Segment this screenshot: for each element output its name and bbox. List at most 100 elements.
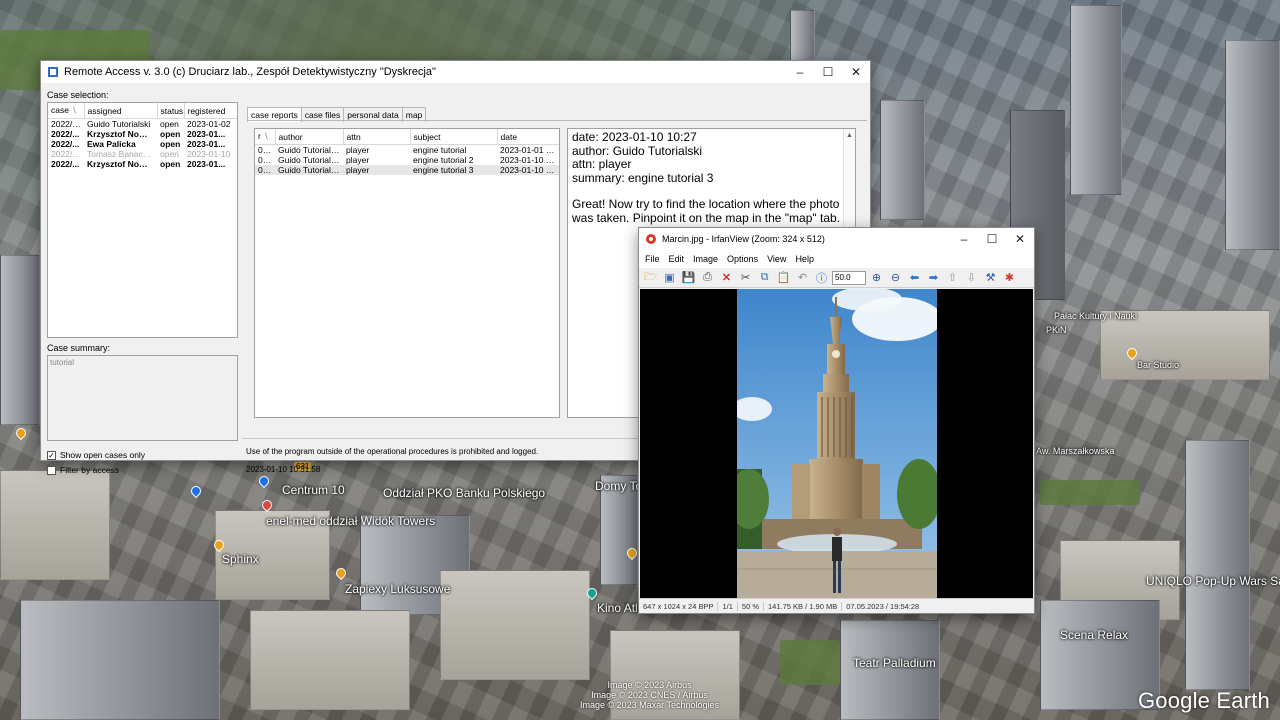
last-page-icon[interactable]: ⇩ <box>963 270 980 286</box>
map-pin-icon[interactable] <box>333 565 349 581</box>
building <box>20 600 220 720</box>
case-status: open <box>160 149 179 159</box>
menu-file[interactable]: File <box>645 254 660 264</box>
case-list[interactable]: case ∖ assigned status registered 2022/0… <box>47 102 238 338</box>
zoom-out-icon[interactable]: ⊖ <box>887 270 904 286</box>
report-row[interactable]: 001 Guido Tutorialski player engine tuto… <box>255 145 559 156</box>
zoom-input[interactable]: 50.0 <box>832 270 866 285</box>
status-zoom: 50 % <box>738 601 765 611</box>
image-viewport[interactable] <box>640 289 1033 598</box>
first-page-icon[interactable]: ⇧ <box>944 270 961 286</box>
filter-by-access-checkbox[interactable]: Filter by access <box>47 465 119 475</box>
map-label-pkin[interactable]: PKiN <box>1046 325 1067 335</box>
minimize-icon[interactable]: – <box>786 61 814 83</box>
status-bar: 647 x 1024 x 24 BPP 1/1 50 % 141.75 KB /… <box>639 598 1034 613</box>
menu-options[interactable]: Options <box>727 254 758 264</box>
case-id: 2022/... <box>51 129 80 139</box>
column-header-r[interactable]: r ∖ <box>255 129 276 145</box>
case-status: open <box>160 159 181 169</box>
column-header-status[interactable]: status <box>157 103 185 119</box>
menu-edit[interactable]: Edit <box>669 254 685 264</box>
column-header-attn[interactable]: attn <box>343 129 411 145</box>
map-pin-icon[interactable] <box>256 473 272 489</box>
case-row[interactable]: 2022/... Ewa Palicka open 2023-01... <box>48 139 237 149</box>
title-bar[interactable]: Marcin.jpg - IrfanView (Zoom: 324 x 512)… <box>639 228 1034 250</box>
paste-icon[interactable]: 📋 <box>775 270 792 286</box>
irfanview-icon <box>645 233 657 245</box>
thumbnails-icon[interactable]: ▣ <box>661 270 678 286</box>
column-header-case[interactable]: case ∖ <box>48 103 85 119</box>
undo-icon[interactable]: ↶ <box>794 270 811 286</box>
report-row-selected[interactable]: 003 Guido Tutorialski player engine tuto… <box>255 165 559 175</box>
minimize-icon[interactable]: – <box>950 228 978 250</box>
status-datetime: 07.05.2023 / 19:54:28 <box>846 601 920 611</box>
report-row[interactable]: 002 Guido Tutorialski player engine tuto… <box>255 155 559 165</box>
case-summary-box[interactable]: tutorial <box>47 355 238 441</box>
menu-view[interactable]: View <box>767 254 786 264</box>
zoom-in-icon[interactable]: ⊕ <box>868 270 885 286</box>
irfanview-logo-icon[interactable]: ✱ <box>1001 270 1018 286</box>
sort-arrow-icon: ∖ <box>263 131 269 141</box>
save-icon[interactable]: 💾 <box>680 270 697 286</box>
cut-icon[interactable]: ✂ <box>737 270 754 286</box>
status-page: 1/1 <box>718 601 738 611</box>
copy-icon[interactable]: ⧉ <box>756 270 773 286</box>
report-subject: engine tutorial 2 <box>413 155 474 165</box>
case-row[interactable]: 2022/... Krzysztof Nowak open 2023-01... <box>48 159 237 169</box>
report-subject: engine tutorial 3 <box>410 165 497 175</box>
settings-icon[interactable]: ⚒ <box>982 270 999 286</box>
building <box>440 570 590 680</box>
map-label-marszalkowska[interactable]: Aw. Marszałkowska <box>1036 446 1114 456</box>
column-header-date[interactable]: date <box>497 129 559 145</box>
irfanview-window[interactable]: Marcin.jpg - IrfanView (Zoom: 324 x 512)… <box>638 227 1035 614</box>
map-pin-icon[interactable] <box>13 425 29 441</box>
tab-divider <box>247 120 867 121</box>
building <box>0 470 110 580</box>
title-bar[interactable]: Remote Access v. 3.0 (c) Druciarz lab., … <box>41 61 870 83</box>
transit-pin-icon[interactable] <box>188 483 204 499</box>
map-label-scena[interactable]: Scena Relax <box>1060 628 1128 642</box>
show-open-cases-checkbox[interactable]: ✓ Show open cases only <box>47 450 145 460</box>
report-detail-body: Great! Now try to find the location wher… <box>572 197 841 225</box>
column-header-assigned[interactable]: assigned <box>84 103 158 119</box>
map-label-teatr[interactable]: Teatr Palladium <box>853 656 936 670</box>
menu-image[interactable]: Image <box>693 254 718 264</box>
column-header-subject[interactable]: subject <box>410 129 498 145</box>
case-row[interactable]: 2022/003 Tomasz Banaczek open 2023-01-10 <box>48 149 237 159</box>
map-label-zapiexy[interactable]: Zapiexy Luksusowe <box>345 582 450 596</box>
maximize-icon[interactable]: ☐ <box>978 228 1006 250</box>
sort-arrow-icon: ∖ <box>71 105 77 115</box>
map-label-uniqlo[interactable]: UNIQLO Pop-Up Wars Sawa <box>1146 574 1280 588</box>
checkbox-box <box>47 465 56 475</box>
map-label-pko[interactable]: Oddział PKO Banku Polskiego <box>383 486 545 500</box>
menu-help[interactable]: Help <box>795 254 814 264</box>
close-icon[interactable]: ✕ <box>1006 228 1034 250</box>
column-header-author[interactable]: author <box>275 129 344 145</box>
report-list[interactable]: r ∖ author attn subject date 001 Guido T… <box>254 128 560 418</box>
case-status: open <box>160 119 179 129</box>
case-id: 2022/003 <box>51 149 84 159</box>
report-attn: player <box>346 145 370 155</box>
map-label-enelmed[interactable]: enel-med oddział Widok Towers <box>266 514 435 528</box>
map-label-bar[interactable]: Bar Studio <box>1137 360 1179 370</box>
column-header-registered[interactable]: registered <box>184 103 237 119</box>
print-icon[interactable]: ⎙ <box>699 270 716 286</box>
skyscraper <box>0 255 40 425</box>
next-icon[interactable]: ➡ <box>925 270 942 286</box>
close-icon[interactable]: ✕ <box>842 61 870 83</box>
map-label-palac[interactable]: Pałac Kultury i Nauki <box>1054 311 1137 321</box>
skyscraper <box>1070 5 1122 195</box>
case-assigned: Krzysztof Nowak <box>87 129 156 139</box>
delete-icon[interactable]: ✕ <box>718 270 735 286</box>
maximize-icon[interactable]: ☐ <box>814 61 842 83</box>
map-label-centrum[interactable]: Centrum 10 <box>282 483 345 497</box>
skyscraper <box>880 100 925 220</box>
previous-icon[interactable]: ⬅ <box>906 270 923 286</box>
map-label-sphinx[interactable]: Sphinx <box>222 552 259 566</box>
case-row[interactable]: 2022/000 Guido Tutorialski open 2023-01-… <box>48 119 237 130</box>
open-folder-icon[interactable]: 🗁 <box>642 270 659 286</box>
info-icon[interactable]: ⓘ <box>813 270 830 286</box>
report-date: 2023-01-01 00:01 <box>500 145 559 155</box>
case-row[interactable]: 2022/... Krzysztof Nowak open 2023-01... <box>48 129 237 139</box>
scroll-up-icon[interactable]: ▲ <box>844 129 855 143</box>
